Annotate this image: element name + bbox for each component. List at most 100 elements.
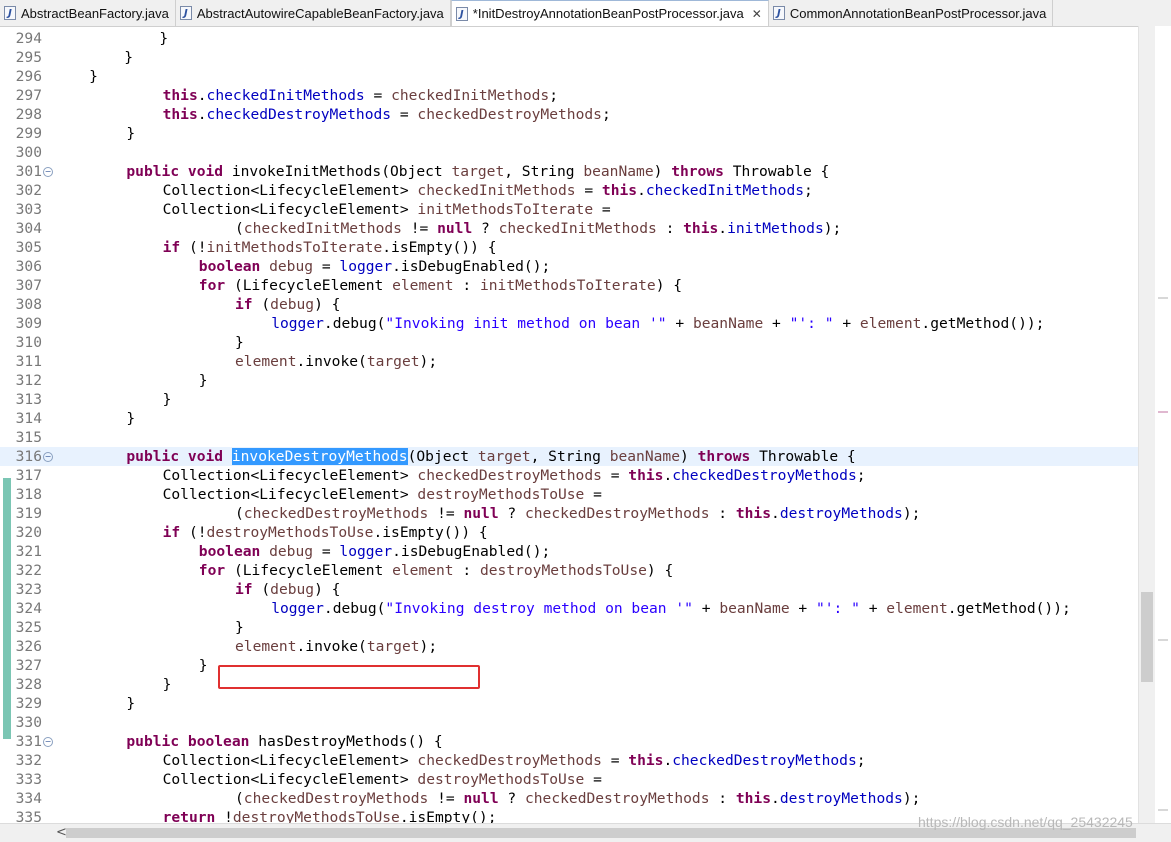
fold-toggle-icon[interactable]: − (43, 452, 53, 462)
code-line[interactable]: 312} (0, 371, 1138, 390)
overview-marker[interactable] (1158, 639, 1168, 641)
line-number: 299 (15, 125, 42, 142)
code-text: public boolean hasDestroyMethods() { (126, 732, 442, 751)
code-line[interactable]: 330 (0, 713, 1138, 732)
code-token: this (735, 790, 772, 807)
code-line[interactable]: 325} (0, 618, 1138, 637)
code-token: beanName (609, 448, 680, 465)
code-token: } (198, 372, 208, 389)
code-text: if (!initMethodsToIterate.isEmpty()) { (163, 238, 497, 257)
code-line[interactable]: 313} (0, 390, 1138, 409)
line-number: 306 (15, 258, 42, 275)
editor-tab-label: CommonAnnotationBeanPostProcessor.java (789, 5, 1047, 21)
line-number: 305 (15, 239, 42, 256)
code-line[interactable]: 319 (checkedDestroyMethods != null ? chec… (0, 504, 1138, 523)
code-token: null (437, 220, 473, 237)
overview-marker[interactable] (1158, 297, 1168, 299)
code-token: boolean (198, 258, 261, 275)
code-line[interactable]: 311 element.invoke(target); (0, 352, 1138, 371)
line-number: 304 (15, 220, 42, 237)
code-line[interactable]: 327} (0, 656, 1138, 675)
editor-tab[interactable]: J AbstractBeanFactory.java (0, 0, 176, 26)
code-line[interactable]: 320 if (!destroyMethodsToUse.isEmpty()) { (0, 523, 1138, 542)
code-line[interactable]: 333 Collection<LifecycleElement> destroyM… (0, 770, 1138, 789)
code-line[interactable]: 328} (0, 675, 1138, 694)
code-editor[interactable]: 294 } 295 } 296 } 297 this. checkedInitMethod… (0, 26, 1171, 823)
code-token: ? (472, 220, 499, 237)
code-line[interactable]: 334 (checkedDestroyMethods != null ? chec… (0, 789, 1138, 808)
line-number: 335 (15, 809, 42, 823)
vertical-scroll-thumb[interactable] (1141, 592, 1153, 682)
line-number: 321 (15, 543, 42, 560)
fold-toggle-icon[interactable]: − (43, 737, 53, 747)
code-line[interactable]: 302 Collection<LifecycleElement> checkedI… (0, 181, 1138, 200)
code-line[interactable]: 322 for (LifecycleElement element : destr… (0, 561, 1138, 580)
fold-toggle-icon[interactable]: − (43, 167, 53, 177)
line-number: 297 (15, 87, 42, 104)
code-line[interactable]: 295 } (0, 48, 1138, 67)
code-token: debug (270, 296, 315, 313)
code-line[interactable]: 303 Collection<LifecycleElement> initMeth… (0, 200, 1138, 219)
line-number: 307 (15, 277, 42, 294)
line-number: 316 (15, 448, 42, 465)
code-line[interactable]: 309 logger.debug("Invoking init method on… (0, 314, 1138, 333)
code-line[interactable]: 317 Collection<LifecycleElement> checkedD… (0, 466, 1138, 485)
code-token: debug (269, 543, 314, 560)
code-line[interactable]: 300 (0, 143, 1138, 162)
overview-ruler[interactable] (1155, 26, 1171, 823)
editor-tab[interactable]: J CommonAnnotationBeanPostProcessor.java (769, 0, 1054, 26)
code-line[interactable]: 298 this.checkedDestroyMethods = checkedD… (0, 105, 1138, 124)
code-line[interactable]: 304 (checkedInitMethods != null ? checked… (0, 219, 1138, 238)
code-line[interactable]: 329} (0, 694, 1138, 713)
close-tab-icon[interactable]: ✕ (752, 7, 762, 21)
editor-tab[interactable]: J AbstractAutowireCapableBeanFactory.java (176, 0, 451, 26)
code-token: this (628, 467, 664, 484)
code-line[interactable]: 321 boolean debug = logger.isDebugEnabled… (0, 542, 1138, 561)
code-token: if (162, 524, 181, 541)
overview-marker[interactable] (1158, 411, 1168, 413)
code-line[interactable]: 332 Collection<LifecycleElement> checkedD… (0, 751, 1138, 770)
code-line[interactable]: 297 this.checkedInitMethods = checkedInit… (0, 86, 1138, 105)
code-line[interactable]: 316− public void invokeDestroyMethods(Obj… (0, 447, 1138, 466)
code-line[interactable]: 294 } (0, 29, 1138, 48)
code-line[interactable]: 305 if (!initMethodsToIterate.isEmpty()) … (0, 238, 1138, 257)
code-line[interactable]: 323 if (debug) { (0, 580, 1138, 599)
code-line[interactable]: 301− public void invokeInitMethods(Object… (0, 162, 1138, 181)
code-line[interactable]: 315 (0, 428, 1138, 447)
code-token: . (663, 752, 673, 769)
line-number: 300 (15, 144, 42, 161)
code-line[interactable]: 331− public boolean hasDestroyMethods() { (0, 732, 1138, 751)
code-token: : (709, 790, 736, 807)
code-token: . (771, 505, 780, 522)
code-token: this (162, 87, 198, 104)
code-token: if (162, 239, 181, 256)
code-token: target (366, 638, 420, 655)
vertical-scrollbar[interactable] (1138, 26, 1155, 823)
code-token: initMethods (727, 220, 824, 237)
code-line[interactable]: 324 logger.debug("Invoking destroy method… (0, 599, 1138, 618)
code-token: for (198, 277, 226, 294)
code-line[interactable]: 307 for (LifecycleElement element : initM… (0, 276, 1138, 295)
code-token: checkedInitMethods (391, 87, 550, 104)
code-line[interactable]: 308 if (debug) { (0, 295, 1138, 314)
code-line[interactable]: 318 Collection<LifecycleElement> destroyM… (0, 485, 1138, 504)
code-token: . (663, 467, 673, 484)
code-token: logger (271, 600, 324, 617)
code-token: != (428, 790, 464, 807)
code-text: public void invokeInitMethods(Object tar… (126, 162, 829, 181)
code-line[interactable]: 306 boolean debug = logger.isDebugEnabled… (0, 257, 1138, 276)
code-token: (LifecycleElement (225, 277, 393, 294)
code-line[interactable]: 296 } (0, 67, 1138, 86)
code-token: } (235, 334, 244, 351)
editor-tab[interactable]: J *InitDestroyAnnotationBeanPostProcessor… (450, 0, 769, 26)
overview-marker[interactable] (1158, 809, 1168, 811)
code-token: . (718, 220, 728, 237)
code-line[interactable]: 310} (0, 333, 1138, 352)
code-token: initMethodsToIterate (206, 239, 383, 256)
code-token: this (683, 220, 719, 237)
code-line[interactable]: 299} (0, 124, 1138, 143)
code-line[interactable]: 326 element.invoke(target); (0, 637, 1138, 656)
code-line[interactable]: 314} (0, 409, 1138, 428)
code-token: + (692, 600, 720, 617)
